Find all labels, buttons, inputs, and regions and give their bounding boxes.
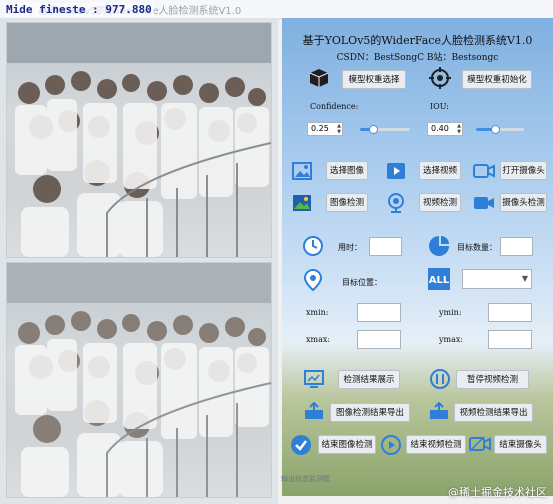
page-title: 基于YOLOv5的WiderFace人脸检测系统V1.0: [302, 34, 533, 47]
time-field: [369, 237, 402, 256]
detect-camera-button[interactable]: 摄像头检测: [500, 193, 547, 212]
select-video-button[interactable]: 选择视频: [419, 161, 461, 180]
check-circle-icon: [291, 435, 311, 455]
detected-image-pane: [6, 262, 272, 498]
pie-chart-icon: [429, 236, 449, 256]
select-image-button[interactable]: 选择图像: [326, 161, 368, 180]
export-image-button[interactable]: 图像检测结果导出: [330, 403, 410, 422]
xmin-field: [357, 303, 401, 322]
title-bar: 基于YOLOv5的WiderFace人脸检测系统V1.0 Mide finest…: [0, 0, 553, 19]
webcam-icon: [388, 193, 404, 213]
image-column: [0, 18, 278, 504]
watermark: @稀土掘金技术社区: [448, 486, 547, 499]
fps-overlay: Mide fineste : 977.880: [4, 3, 154, 16]
end-video-button[interactable]: 结束视频检测: [406, 435, 466, 454]
ymax-label: ymax:: [439, 335, 464, 344]
target-count-field: [500, 237, 533, 256]
stop-circle-icon: [381, 435, 401, 455]
open-camera-button[interactable]: 打开摄像头: [500, 161, 547, 180]
original-image-pane: [6, 22, 272, 258]
video-play-icon: [387, 163, 405, 179]
control-panel: 基于YOLOv5的WiderFace人脸检测系统V1.0 CSDN：BestSo…: [282, 18, 553, 496]
end-camera-button[interactable]: 结束摄像头: [494, 435, 547, 454]
time-label: 用时：: [338, 243, 362, 252]
xmax-field: [357, 330, 401, 349]
spin-arrows-icon[interactable]: ▲ ▼: [337, 123, 341, 135]
export-image-icon: [305, 402, 323, 419]
app-window: 基于YOLOv5的WiderFace人脸检测系统V1.0 Mide finest…: [0, 0, 553, 504]
camera-icon: [473, 164, 495, 178]
iou-slider[interactable]: [476, 125, 524, 134]
ymin-label: ymin:: [439, 308, 462, 317]
spin-arrows-icon[interactable]: ▲ ▼: [457, 123, 461, 135]
svg-text:ALL: ALL: [429, 275, 450, 286]
result-screen-icon: [304, 370, 324, 388]
pause-icon: [430, 369, 450, 389]
confidence-slider-handle[interactable]: [368, 125, 378, 134]
iou-spinbox[interactable]: 0.40 ▲ ▼: [427, 122, 463, 136]
iou-label: IOU:: [430, 102, 449, 111]
all-icon: ALL: [428, 268, 450, 290]
iou-slider-handle[interactable]: [491, 125, 501, 134]
confidence-label: Confidence:: [310, 102, 359, 111]
group-photo-original: [7, 23, 271, 257]
show-result-button[interactable]: 检测结果展示: [338, 370, 400, 389]
target-icon: [429, 67, 451, 89]
group-photo-detected: [7, 263, 271, 497]
status-text: 输出状态监测框: [281, 475, 330, 483]
location-pin-icon: [304, 269, 322, 291]
ymax-field: [488, 330, 532, 349]
confidence-spinbox[interactable]: 0.25 ▲ ▼: [307, 122, 343, 136]
end-image-button[interactable]: 结束图像检测: [318, 435, 376, 454]
init-weights-button[interactable]: 模型权重初始化: [462, 70, 532, 89]
ymin-field: [488, 303, 532, 322]
image-detect-icon: [293, 195, 311, 211]
target-count-label: 目标数量：: [457, 243, 497, 252]
image-icon: [292, 162, 312, 180]
confidence-value: 0.25: [311, 124, 329, 133]
export-video-button[interactable]: 视频检测结果导出: [454, 403, 533, 422]
target-position-label: 目标位置：: [342, 278, 382, 287]
export-video-icon: [430, 402, 448, 419]
clock-icon: [303, 236, 323, 256]
pause-video-button[interactable]: 暂停视频检测: [456, 370, 529, 389]
video-camera-icon: [474, 197, 494, 209]
detect-image-button[interactable]: 图像检测: [326, 193, 368, 212]
target-select-combobox[interactable]: ▼: [462, 269, 532, 289]
author-credit: CSDN：BestSongC B站：Bestsongc: [336, 53, 499, 63]
chevron-down-icon[interactable]: ▼: [522, 274, 528, 283]
confidence-slider[interactable]: [360, 125, 410, 134]
iou-value: 0.40: [431, 124, 449, 133]
xmax-label: xmax:: [306, 335, 331, 344]
detect-video-button[interactable]: 视频检测: [419, 193, 461, 212]
end-camera-icon: [469, 436, 491, 452]
cube-icon: [309, 69, 329, 87]
select-weights-button[interactable]: 模型权重选择: [342, 70, 406, 89]
status-bar: 输出状态监测框 @稀土掘金技术社区: [278, 468, 553, 504]
xmin-label: xmin:: [306, 308, 329, 317]
